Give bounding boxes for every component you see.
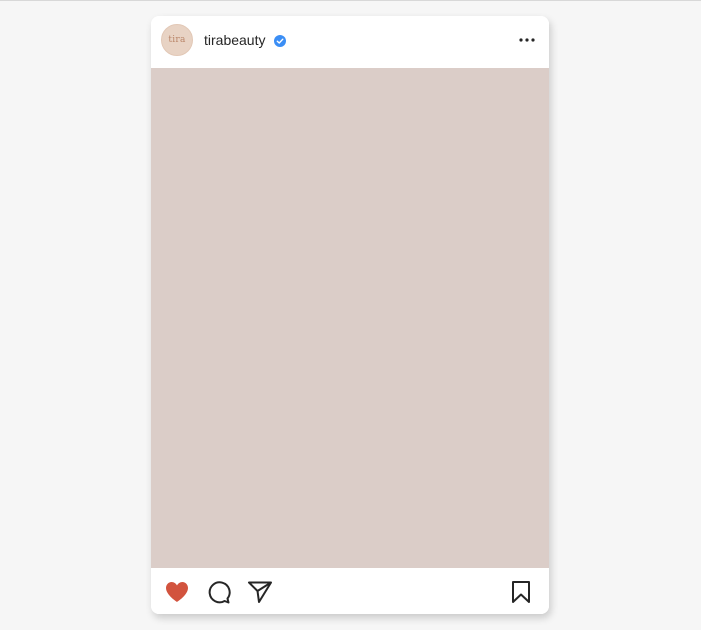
page-top-border	[0, 0, 701, 1]
comment-icon[interactable]	[206, 580, 232, 604]
username[interactable]: tirabeauty	[204, 32, 265, 48]
more-options-icon[interactable]	[517, 32, 537, 48]
heart-icon[interactable]	[164, 580, 190, 604]
verified-badge-icon	[274, 35, 286, 47]
post-media[interactable]	[151, 68, 549, 568]
bookmark-icon[interactable]	[510, 580, 532, 604]
instagram-post-card: tira tirabeauty	[151, 16, 549, 614]
share-icon[interactable]	[247, 580, 273, 604]
post-actions-bar	[151, 568, 549, 614]
avatar-logo-text: tira	[168, 35, 186, 45]
avatar[interactable]: tira	[161, 24, 193, 56]
post-header: tira tirabeauty	[151, 16, 549, 68]
